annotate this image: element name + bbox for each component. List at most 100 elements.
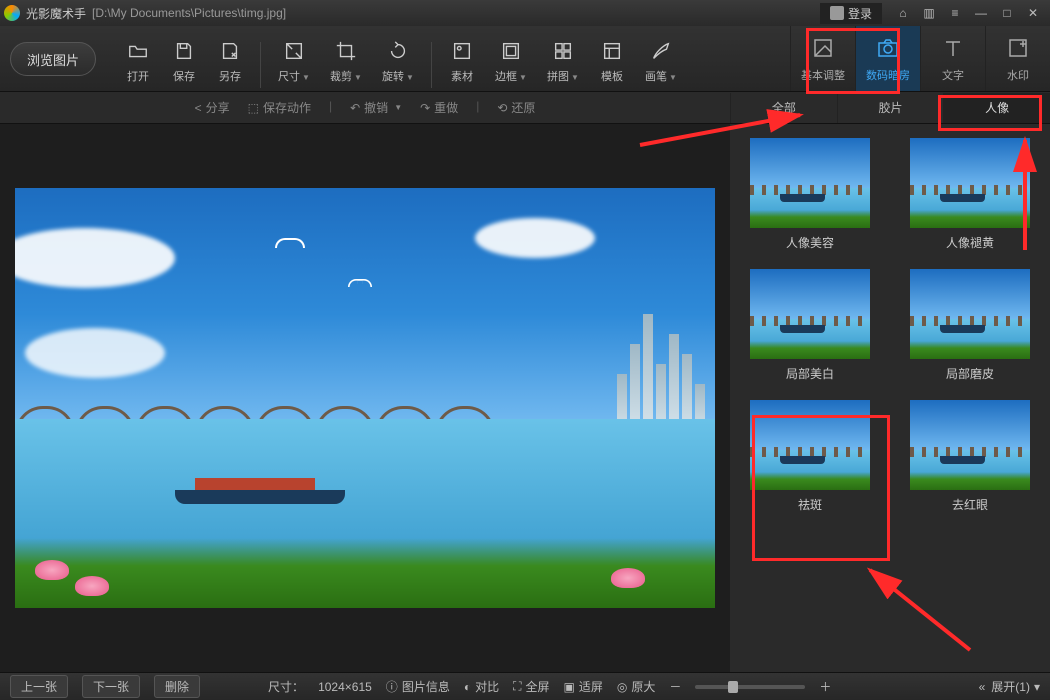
effects-panel[interactable]: 人像美容 人像褪黄 局部美白 局部磨皮 祛斑 去红眼	[730, 124, 1050, 672]
template-icon	[599, 38, 625, 64]
tab-watermark[interactable]: 水印	[985, 26, 1050, 91]
save-action-button[interactable]: ⬚保存动作	[248, 99, 311, 116]
tool-save[interactable]: 保存	[162, 32, 206, 84]
expand-chevron-icon[interactable]: «	[979, 680, 986, 694]
effect-thumb[interactable]: 祛斑	[740, 400, 880, 513]
crop-icon	[333, 38, 359, 64]
maximize-button[interactable]: □	[994, 3, 1020, 23]
effect-thumb[interactable]: 去红眼	[900, 400, 1040, 513]
photo-preview	[15, 188, 715, 608]
orig-button[interactable]: ◎原大	[617, 678, 656, 695]
fullscreen-button[interactable]: ⛶ 全屏	[513, 678, 549, 695]
next-label: 下一张	[93, 680, 129, 694]
chevron-down-icon: ▼	[669, 73, 677, 82]
delete-label: 删除	[165, 680, 189, 694]
tool-material-label: 素材	[451, 68, 473, 84]
tool-size[interactable]: 尺寸▼	[269, 32, 319, 84]
tab-text[interactable]: 文字	[920, 26, 985, 91]
tool-brush-label: 画笔	[645, 71, 667, 83]
chevron-down-icon: ▼	[354, 73, 362, 82]
prev-button[interactable]: 上一张	[10, 675, 68, 698]
effect-preview	[910, 269, 1030, 359]
canvas-area[interactable]	[0, 124, 730, 672]
tool-rotate[interactable]: 旋转▼	[373, 32, 423, 84]
tool-crop-label: 裁剪	[330, 71, 352, 83]
tool-template-label: 模板	[601, 68, 623, 84]
size-value: 1024×615	[318, 680, 372, 694]
tab-watermark-label: 水印	[1007, 67, 1029, 83]
effect-label: 局部美白	[786, 365, 834, 382]
app-icon	[4, 5, 20, 21]
text-icon	[940, 35, 966, 61]
secondary-bar: <分享 ⬚保存动作 | ↶撤销▼ ↷重做 | ⟲还原 全部 胶片 人像	[0, 92, 1050, 124]
effect-thumb[interactable]: 局部磨皮	[900, 269, 1040, 382]
status-bar: 上一张 下一张 删除 尺寸： 1024×615 ⓘ图片信息 ◐对比 ⛶ 全屏 ▣ 适…	[0, 672, 1050, 700]
open-icon	[125, 38, 151, 64]
tab-darkroom-label: 数码暗房	[866, 67, 910, 83]
cat-tab-film[interactable]: 胶片	[837, 93, 944, 123]
chevron-down-icon: ▼	[394, 103, 402, 112]
effect-preview	[750, 400, 870, 490]
compare-button[interactable]: ◐对比	[464, 678, 499, 695]
fullscreen-label: 全屏	[526, 678, 550, 695]
home-icon[interactable]: ⌂	[890, 3, 916, 23]
tool-material[interactable]: 素材	[440, 32, 484, 84]
effect-preview	[910, 400, 1030, 490]
effect-thumb[interactable]: 人像美容	[740, 138, 880, 251]
delete-button[interactable]: 删除	[154, 675, 200, 698]
share-label: 分享	[206, 99, 230, 116]
info-button[interactable]: ⓘ图片信息	[386, 678, 450, 695]
tool-open[interactable]: 打开	[116, 32, 160, 84]
fullscreen-icon: ⛶	[513, 679, 521, 694]
zoom-out-icon[interactable]: －	[669, 678, 681, 695]
share-button[interactable]: <分享	[195, 99, 230, 116]
menu-icon[interactable]: ≡	[942, 3, 968, 23]
effect-thumb[interactable]: 局部美白	[740, 269, 880, 382]
effect-preview	[750, 138, 870, 228]
expand-button[interactable]: 展开(1) ▾	[991, 678, 1040, 695]
zoom-in-icon[interactable]: ＋	[819, 678, 831, 695]
tool-template[interactable]: 模板	[590, 32, 634, 84]
fit-label: 适屏	[579, 678, 603, 695]
tab-basic-adjust-label: 基本调整	[801, 67, 845, 83]
next-button[interactable]: 下一张	[82, 675, 140, 698]
fit-icon: ▣	[564, 680, 575, 694]
redo-icon: ↷	[420, 101, 430, 115]
cat-tab-portrait[interactable]: 人像	[943, 93, 1050, 123]
right-tab-group: 基本调整 数码暗房 文字 水印	[790, 26, 1050, 91]
restore-button[interactable]: ⟲还原	[497, 99, 535, 116]
effect-thumb[interactable]: 人像褪黄	[900, 138, 1040, 251]
skin-icon[interactable]: ▥	[916, 3, 942, 23]
save-icon	[171, 38, 197, 64]
redo-button[interactable]: ↷重做	[420, 99, 458, 116]
close-button[interactable]: ✕	[1020, 3, 1046, 23]
tool-border[interactable]: 边框▼	[486, 32, 536, 84]
chevron-down-icon: ▼	[302, 73, 310, 82]
saveas-icon	[217, 38, 243, 64]
tool-collage[interactable]: 拼图▼	[538, 32, 588, 84]
record-icon: ⬚	[248, 101, 259, 115]
zoom-slider[interactable]	[695, 685, 805, 689]
tool-saveas[interactable]: 另存	[208, 32, 252, 84]
tool-collage-label: 拼图	[547, 71, 569, 83]
minimize-button[interactable]: —	[968, 3, 994, 23]
cat-tab-all[interactable]: 全部	[730, 93, 837, 123]
tool-border-label: 边框	[495, 71, 517, 83]
tool-crop[interactable]: 裁剪▼	[321, 32, 371, 84]
material-icon	[449, 38, 475, 64]
zoom-thumb[interactable]	[728, 681, 738, 693]
chevron-down-icon: ▼	[406, 73, 414, 82]
tab-darkroom[interactable]: 数码暗房	[855, 26, 920, 91]
browse-button[interactable]: 浏览图片	[10, 42, 96, 76]
tab-basic-adjust[interactable]: 基本调整	[790, 26, 855, 91]
brush-icon	[648, 38, 674, 64]
undo-label: 撤销	[364, 99, 388, 116]
size-label: 尺寸：	[268, 678, 304, 695]
adjust-icon	[810, 35, 836, 61]
fit-button[interactable]: ▣ 适屏	[564, 678, 603, 695]
tool-brush[interactable]: 画笔▼	[636, 32, 686, 84]
login-button[interactable]: 登录	[820, 3, 882, 24]
tool-open-label: 打开	[127, 68, 149, 84]
tool-save-label: 保存	[173, 68, 195, 84]
undo-button[interactable]: ↶撤销▼	[350, 99, 402, 116]
